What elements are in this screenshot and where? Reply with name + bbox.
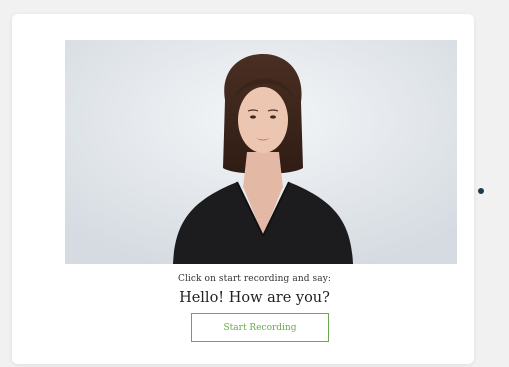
page: Click on start recording and say: Hello!… [0, 0, 509, 367]
avatar-video-frame [65, 40, 457, 264]
avatar-video [65, 40, 457, 264]
start-recording-button[interactable]: Start Recording [191, 313, 329, 342]
phrase-to-say: Hello! How are you? [179, 290, 330, 306]
instruction-text: Click on start recording and say: [177, 274, 332, 284]
dot-icon [478, 188, 484, 194]
